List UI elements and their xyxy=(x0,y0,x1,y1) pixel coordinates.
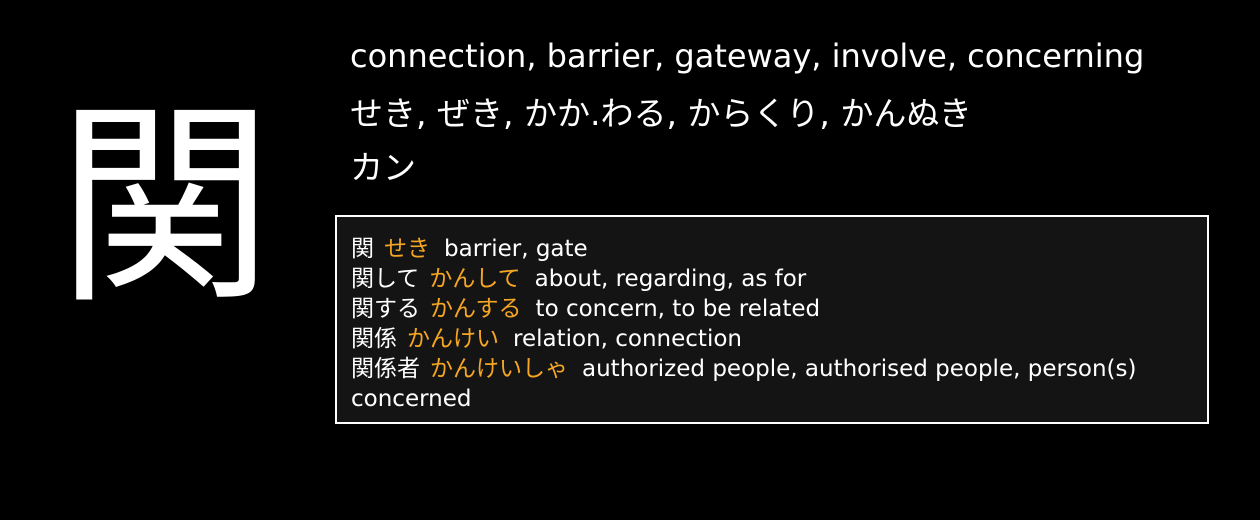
vocab-item: 関係者 かんけいしゃ authorized people, authorised p… xyxy=(351,356,1136,412)
vocab-word: 関係 xyxy=(351,326,397,352)
vocabulary-list: 関せき barrier, gate 関して かんして about, regarding… xyxy=(335,215,1209,424)
kun-readings: せき, ぜき, かか.わる, からくり, かんぬき xyxy=(350,94,972,133)
vocab-item: 関して かんして about, regarding, as for xyxy=(351,266,806,292)
vocab-item: 関せき barrier, gate xyxy=(351,236,588,262)
vocab-reading: せき xyxy=(384,236,430,262)
vocab-gloss: barrier, gate xyxy=(444,236,588,262)
vocab-word: 関係者 xyxy=(351,356,420,382)
vocab-reading: かんして xyxy=(429,266,521,292)
vocab-reading: かんけい xyxy=(407,326,499,352)
kanji-info: connection, barrier, gateway, involve, c… xyxy=(350,34,1230,190)
vocab-gloss: relation, connection xyxy=(513,326,742,352)
vocab-word: 関して xyxy=(351,266,420,292)
on-readings: カン xyxy=(350,148,416,187)
vocab-item: 関する かんする to concern, to be related xyxy=(351,296,820,322)
vocab-reading: かんする xyxy=(430,296,522,322)
vocab-word: 関する xyxy=(351,296,420,322)
vocab-word: 関 xyxy=(351,236,374,262)
kanji-meanings: connection, barrier, gateway, involve, c… xyxy=(350,37,1145,75)
vocab-item: 関係 かんけい relation, connection xyxy=(351,326,742,352)
vocab-gloss: to concern, to be related xyxy=(535,296,821,322)
vocab-reading: かんけいしゃ xyxy=(430,356,568,382)
kanji-character: 関 xyxy=(56,82,273,333)
vocab-gloss: about, regarding, as for xyxy=(534,266,807,292)
